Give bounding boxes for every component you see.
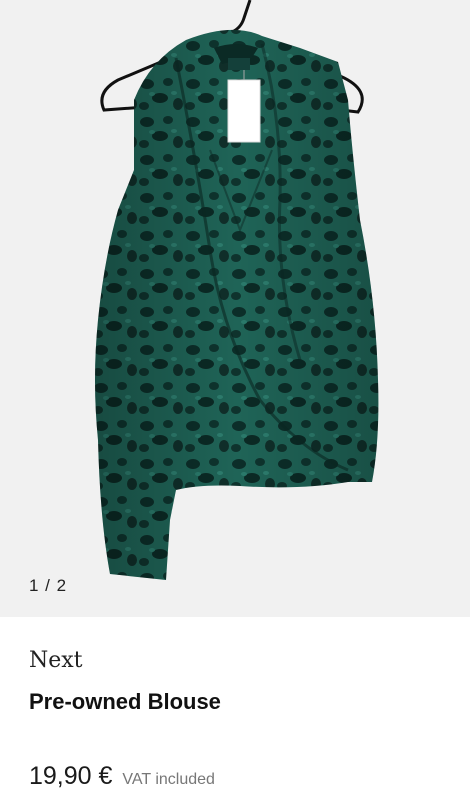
blouse-photo[interactable]: [0, 0, 470, 617]
price-tag: [227, 79, 261, 143]
brand-name[interactable]: Next: [29, 648, 83, 673]
vat-note: VAT included: [122, 771, 215, 788]
product-title: Pre-owned Blouse: [29, 689, 221, 714]
price-row: 19,90 € VAT included: [29, 762, 215, 791]
product-price: 19,90 €: [29, 762, 113, 790]
product-image-gallery[interactable]: 1 / 2: [0, 0, 470, 617]
image-counter: 1 / 2: [29, 576, 68, 595]
clothing-label: [228, 58, 250, 70]
